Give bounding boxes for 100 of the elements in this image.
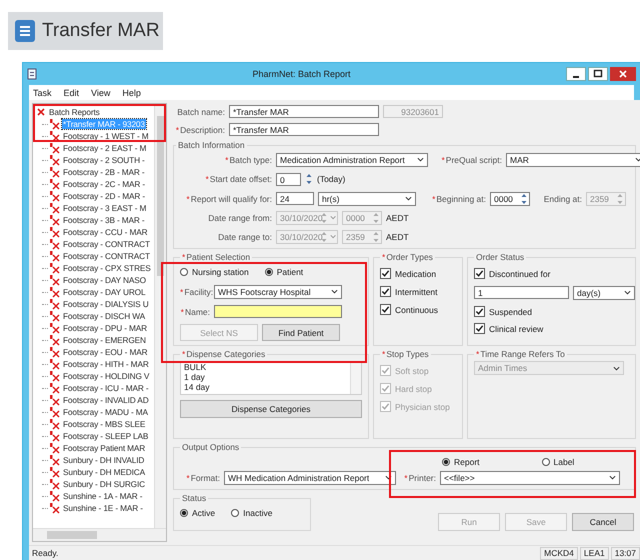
qualify-field[interactable]: 24 xyxy=(276,192,314,205)
list-item[interactable]: 1 day xyxy=(184,372,350,382)
dropdown[interactable]: MAR xyxy=(506,152,640,166)
checkbox[interactable] xyxy=(474,268,485,279)
dropdown[interactable]: WHS Footscray Hospital xyxy=(214,284,342,298)
tree-item[interactable]: Footscray - 2B - MAR - xyxy=(62,167,146,177)
report-icon xyxy=(49,238,60,250)
radio-button[interactable] xyxy=(264,268,273,276)
menu-item[interactable]: View xyxy=(91,88,110,98)
name-field[interactable] xyxy=(214,305,342,318)
tree-item[interactable]: Sunbury - DH MEDICA xyxy=(62,467,146,477)
field-label: Date range from: xyxy=(208,212,272,222)
tree-item[interactable]: Footscray Patient MAR xyxy=(62,443,146,453)
required-mark: * xyxy=(205,174,209,184)
report-icon xyxy=(49,298,60,310)
tree-item[interactable]: Footscray - 3B - MAR - xyxy=(62,215,146,225)
banner-title: Transfer MAR xyxy=(42,20,160,42)
required-mark: * xyxy=(476,349,480,359)
tree-item[interactable]: Footscray - DISCH WA xyxy=(62,311,146,321)
field-label: Start date offset: xyxy=(210,174,272,184)
tree-item[interactable]: Footscray - 2 SOUTH - xyxy=(62,155,146,165)
tree-item[interactable]: Footscray - 2D - MAR - xyxy=(62,191,146,201)
field-label: Beginning at: xyxy=(436,194,486,204)
tree-item[interactable]: Footscray - DAY NASO xyxy=(62,275,147,285)
checkbox-label: Physician stop xyxy=(395,402,450,412)
maximize-icon[interactable] xyxy=(588,67,608,81)
field-label: Date range to: xyxy=(218,232,272,242)
radio-button[interactable] xyxy=(231,508,240,516)
time-zone: AEDT xyxy=(386,212,409,222)
close-icon[interactable] xyxy=(610,67,636,81)
tree-item[interactable]: Footscray - MBS SLEE xyxy=(62,419,146,429)
beginning-time-field[interactable]: 0000 xyxy=(490,192,530,206)
checkbox[interactable] xyxy=(380,304,391,315)
tree-item[interactable]: Footscray - 2 EAST - M xyxy=(62,143,148,153)
required-mark: * xyxy=(441,154,445,164)
tree-item[interactable]: Footscray - CONTRACT xyxy=(62,251,151,261)
dropdown[interactable]: day(s) xyxy=(573,286,635,300)
report-icon xyxy=(49,394,60,406)
tree-item[interactable]: Footscray - INVALID AD xyxy=(62,395,150,405)
batch-name-field[interactable]: *Transfer MAR xyxy=(229,105,379,118)
minimize-icon[interactable] xyxy=(566,67,586,81)
dispense-categories-button[interactable]: Dispense Categories xyxy=(180,400,362,418)
tree-item[interactable]: Footscray - EMERGEN xyxy=(62,335,147,345)
offset-field[interactable]: 0 xyxy=(276,172,301,186)
category-list[interactable]: BULK 1 day 14 day xyxy=(180,361,362,395)
tree-item[interactable]: Footscray - DPU - MAR xyxy=(62,323,148,333)
report-icon xyxy=(49,154,60,166)
report-icon xyxy=(49,454,60,466)
radio-button[interactable] xyxy=(180,508,188,516)
checkbox[interactable] xyxy=(474,323,485,334)
tree-item[interactable]: Footscray - CONTRACT xyxy=(62,239,151,249)
vertical-scrollbar[interactable] xyxy=(154,104,166,529)
tree-item[interactable]: Sunshine - 1A - MAR - xyxy=(62,491,144,501)
tree-item[interactable]: Footscray - CCU - MAR xyxy=(62,227,148,237)
tree-item[interactable]: Footscray - 3 EAST - M xyxy=(62,203,148,213)
menu-item[interactable]: Help xyxy=(122,88,141,98)
radio-button[interactable] xyxy=(180,268,188,276)
list-item[interactable]: BULK xyxy=(184,362,350,372)
tree-item[interactable]: Sunshine - 1E - MAR - xyxy=(62,503,144,513)
tree-item[interactable]: Sunbury - DH SURGIC xyxy=(62,479,146,489)
field-label: Format: xyxy=(190,472,220,482)
report-icon xyxy=(49,382,60,394)
tree-item[interactable]: Sunbury - DH INVALID xyxy=(62,455,146,465)
dropdown[interactable]: Medication Administration Report xyxy=(276,152,428,166)
report-icon xyxy=(49,310,60,322)
tree-item[interactable]: Footscray - MADU - MA xyxy=(62,407,149,417)
offset-note: (Today) xyxy=(317,174,346,184)
checkbox-label: Hard stop xyxy=(395,384,432,394)
dialog-button[interactable]: Cancel xyxy=(572,513,634,531)
checkbox[interactable] xyxy=(380,286,391,297)
days-field[interactable]: 1 xyxy=(474,286,569,299)
radio-label: Patient xyxy=(276,266,304,276)
tree-item[interactable]: Footscray - ICU - MAR - xyxy=(62,383,150,393)
tree-item[interactable]: Footscray - 1 WEST - M xyxy=(62,131,150,141)
radio-button[interactable] xyxy=(542,458,550,466)
tree-item[interactable]: Footscray - DAY UROL xyxy=(62,287,146,297)
dropdown[interactable]: hr(s) xyxy=(318,192,416,206)
tree-item[interactable]: Footscray - HOLDING V xyxy=(62,371,150,381)
checkbox[interactable] xyxy=(380,268,391,279)
tree-item[interactable]: Footscray - EOU - MAR xyxy=(62,347,148,357)
checkbox-label: Medication xyxy=(395,268,436,278)
dropdown[interactable]: <<file>> xyxy=(440,470,620,484)
checkbox-label: Continuous xyxy=(395,304,438,314)
menu-item[interactable]: Task xyxy=(33,88,52,98)
batch-id-field: 93203601 xyxy=(383,105,443,118)
tree-item[interactable]: Footscray - CPX STRES xyxy=(62,263,152,273)
tree-item[interactable]: Footscray - 2C - MAR - xyxy=(62,179,146,189)
list-item[interactable]: 14 day xyxy=(184,382,350,392)
checkbox-label: Clinical review xyxy=(489,324,544,334)
horizontal-scrollbar[interactable] xyxy=(33,528,166,541)
tree-item[interactable]: Batch Reports xyxy=(48,107,101,117)
checkbox[interactable] xyxy=(474,306,485,317)
dialog-button[interactable]: Find Patient xyxy=(262,324,340,341)
dropdown[interactable]: WH Medication Administration Report xyxy=(224,470,396,484)
tree-item[interactable]: Footscray - HITH - MAR xyxy=(62,359,150,369)
tree-item[interactable]: Footscray - SLEEP LAB xyxy=(62,431,150,441)
menu-item[interactable]: Edit xyxy=(64,88,80,98)
radio-button[interactable] xyxy=(442,458,450,466)
tree-item[interactable]: Footscray - DIALYSIS U xyxy=(62,299,150,309)
description-field[interactable]: *Transfer MAR xyxy=(229,123,379,136)
